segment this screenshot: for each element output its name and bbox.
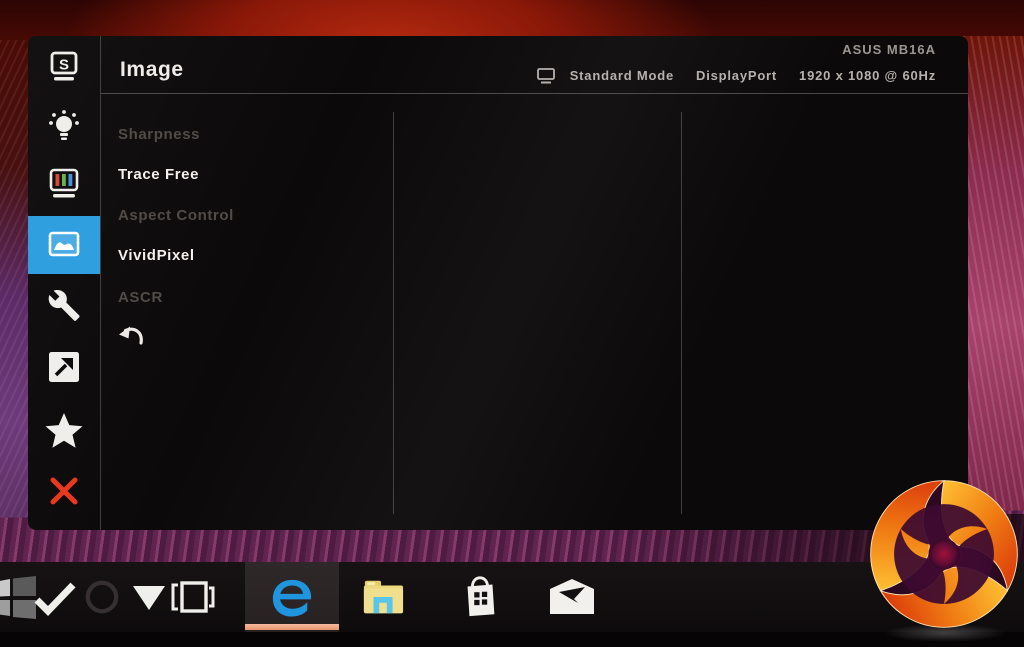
edge-active-underline <box>245 624 339 630</box>
menu-item-ascr[interactable]: ASCR <box>118 289 163 306</box>
menu-item-trace-free[interactable]: Trace Free <box>118 166 199 183</box>
status-signal: 1920 x 1080 @ 60Hz <box>799 67 936 83</box>
back-button[interactable] <box>116 322 146 348</box>
image-icon <box>48 231 80 257</box>
star-icon <box>45 413 83 448</box>
page-title: Image <box>120 58 184 81</box>
sidebar-item-shortcut[interactable] <box>28 338 100 396</box>
status-mode: Standard Mode <box>569 67 674 83</box>
photo-bottom-edge <box>0 632 1024 647</box>
fabric-background-left <box>0 40 30 532</box>
sidebar-item-image[interactable] <box>28 216 100 274</box>
circle-icon <box>85 580 119 614</box>
kitguru-logo <box>866 476 1019 632</box>
monitor-screen: S Image ASUS MB16A Standard Mode Display… <box>28 36 968 530</box>
display-icon <box>536 67 556 84</box>
folder-icon <box>363 580 404 614</box>
menu-item-aspect-control[interactable]: Aspect Control <box>118 207 234 224</box>
osd-panel: S Image ASUS MB16A Standard Mode Display… <box>28 36 968 530</box>
taskbar-item-store[interactable] <box>452 562 508 632</box>
taskbar-item-file-explorer[interactable] <box>358 562 408 632</box>
menu-item-vividpixel[interactable]: VividPixel <box>118 247 195 264</box>
brand-label: ASUS MB16A <box>842 42 936 57</box>
sidebar-item-splendid[interactable]: S <box>28 40 100 98</box>
sidebar-item-close[interactable] <box>28 462 100 520</box>
color-bars-icon <box>49 168 79 198</box>
column-divider-2 <box>681 112 682 514</box>
osd-content: Sharpness Trace Free Aspect Control Vivi… <box>101 94 968 530</box>
column-divider-1 <box>393 112 394 514</box>
sidebar-item-system-setup[interactable] <box>28 276 100 334</box>
light-bulb-icon <box>49 110 79 140</box>
taskbar-item-edge[interactable] <box>245 562 339 632</box>
tablet-mode-icon <box>171 581 215 613</box>
tablet-mode-button[interactable] <box>170 562 216 632</box>
svg-text:S: S <box>59 57 69 74</box>
sidebar-item-color[interactable] <box>28 157 100 215</box>
taskbar-item-mail[interactable] <box>544 562 600 632</box>
cortana-button[interactable] <box>84 562 120 632</box>
back-arrow-icon <box>119 326 143 345</box>
osd-sidebar: S <box>28 36 101 530</box>
menu-item-sharpness[interactable]: Sharpness <box>118 126 200 143</box>
ink-workspace-button[interactable] <box>33 562 77 632</box>
wrench-icon <box>48 289 80 321</box>
triangle-down-icon <box>133 586 165 610</box>
photo-of-monitor: S Image ASUS MB16A Standard Mode Display… <box>0 0 1024 647</box>
shortcut-arrow-icon <box>49 352 79 382</box>
sidebar-item-blue-light-filter[interactable] <box>28 98 100 156</box>
status-input: DisplayPort <box>696 67 778 83</box>
show-hidden-icons-button[interactable] <box>130 562 168 632</box>
checkmark-icon <box>34 582 76 616</box>
close-x-icon <box>50 477 78 505</box>
sidebar-item-my-favorite[interactable] <box>28 402 100 460</box>
mail-envelope-icon <box>550 579 594 614</box>
splendid-icon: S <box>50 51 78 81</box>
status-row: Standard Mode DisplayPort 1920 x 1080 @ … <box>536 66 936 84</box>
store-bag-icon <box>467 576 495 617</box>
edge-browser-icon <box>272 579 312 617</box>
